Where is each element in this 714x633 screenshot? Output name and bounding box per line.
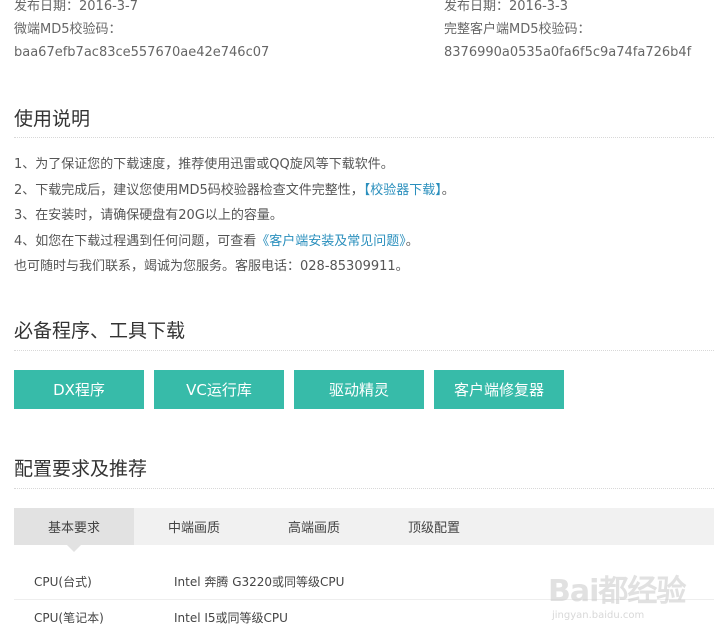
- table-row: CPU(台式) Intel 奔腾 G3220或同等级CPU: [14, 564, 714, 600]
- verifier-download-link[interactable]: 【校验器下载】: [364, 183, 442, 198]
- config-tabs: 基本要求 中端画质 高端画质 顶级配置: [14, 508, 714, 552]
- tab-medium[interactable]: 中端画质: [134, 508, 254, 545]
- usage-instructions: 1、为了保证您的下载速度，推荐使用迅雷或QQ旋风等下载软件。 2、下载完成后，建…: [14, 152, 455, 280]
- md5-value: 8376990a0535a0fa6f5c9a74fa726b4f: [444, 45, 692, 60]
- micro-client-info: 发布日期：2016-3-7 微端MD5校验码： baa67efb7ac83ce5…: [14, 0, 269, 64]
- driver-genius-download-button[interactable]: 驱动精灵: [294, 370, 424, 409]
- faq-link[interactable]: 《客户端安装及常见问题》: [256, 234, 406, 249]
- tab-high[interactable]: 高端画质: [254, 508, 374, 545]
- usage-line: 1、为了保证您的下载速度，推荐使用迅雷或QQ旋风等下载软件。: [14, 157, 394, 172]
- release-date: 发布日期：2016-3-7: [14, 0, 139, 14]
- tab-top[interactable]: 顶级配置: [374, 508, 494, 545]
- table-row: CPU(笔记本) Intel I5或同等级CPU: [14, 600, 714, 633]
- release-info: 发布日期：2016-3-7 微端MD5校验码： baa67efb7ac83ce5…: [0, 0, 714, 70]
- spec-value: Intel I5或同等级CPU: [174, 611, 288, 625]
- md5-value: baa67efb7ac83ce557670ae42e746c07: [14, 45, 270, 60]
- release-date: 发布日期：2016-3-3: [444, 0, 569, 14]
- config-title: 配置要求及推荐: [14, 458, 148, 480]
- md5-label: 微端MD5校验码：: [14, 22, 122, 37]
- spec-table: CPU(台式) Intel 奔腾 G3220或同等级CPU CPU(笔记本) I…: [14, 564, 714, 633]
- tab-basic[interactable]: 基本要求: [14, 508, 134, 552]
- md5-label: 完整客户端MD5校验码：: [444, 22, 591, 37]
- vc-runtime-download-button[interactable]: VC运行库: [154, 370, 284, 409]
- usage-line: 4、如您在下载过程遇到任何问题，可查看《客户端安装及常见问题》。: [14, 233, 419, 249]
- section-divider: [14, 488, 714, 489]
- section-divider: [14, 137, 714, 138]
- usage-title: 使用说明: [14, 108, 91, 130]
- usage-line: 3、在安装时，请确保硬盘有20G以上的容量。: [14, 208, 283, 223]
- spec-key: CPU(台式): [34, 575, 92, 589]
- tool-buttons: DX程序 VC运行库 驱动精灵 客户端修复器: [14, 370, 564, 409]
- active-tab-caret: [67, 545, 81, 552]
- spec-key: CPU(笔记本): [34, 611, 104, 625]
- client-repair-download-button[interactable]: 客户端修复器: [434, 370, 564, 409]
- spec-value: Intel 奔腾 G3220或同等级CPU: [174, 575, 345, 589]
- tools-title: 必备程序、工具下载: [14, 320, 186, 342]
- usage-line: 也可随时与我们联系，竭诚为您服务。客服电话：028-85309911。: [14, 259, 409, 274]
- section-divider: [14, 350, 714, 351]
- usage-line: 2、下载完成后，建议您使用MD5码校验器检查文件完整性，【校验器下载】。: [14, 182, 455, 198]
- full-client-info: 发布日期：2016-3-3 完整客户端MD5校验码： 8376990a0535a…: [444, 0, 691, 64]
- dx-download-button[interactable]: DX程序: [14, 370, 144, 409]
